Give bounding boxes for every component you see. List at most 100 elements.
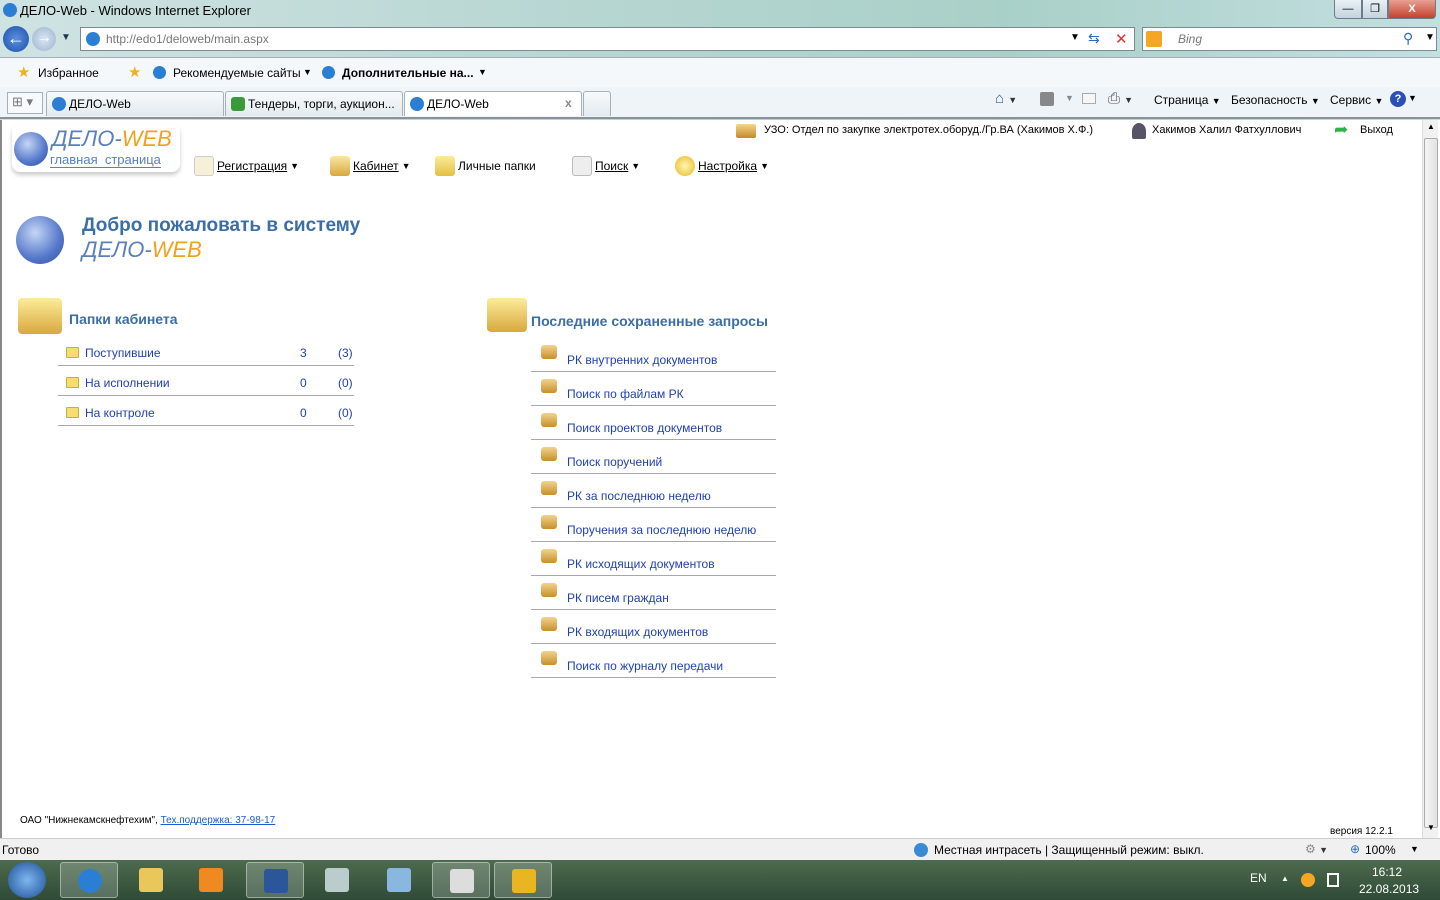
new-tab-button[interactable] bbox=[583, 91, 611, 116]
logout-button[interactable]: Выход bbox=[1360, 124, 1393, 136]
saved-query-row[interactable]: РК исходящих документов bbox=[531, 549, 776, 576]
zoom-level[interactable]: 100% bbox=[1365, 843, 1396, 857]
suggested-sites-button[interactable]: Рекомендуемые сайты bbox=[173, 66, 301, 80]
quick-tabs-button[interactable]: ⊞ ▾ bbox=[7, 92, 43, 114]
folder-count[interactable]: 3 bbox=[300, 346, 307, 360]
saved-query-link[interactable]: РК за последнюю неделю bbox=[567, 489, 711, 503]
folder-count[interactable]: 0 bbox=[300, 406, 307, 420]
tab-delo-web-active[interactable]: ДЕЛО-Web x bbox=[404, 91, 582, 116]
vertical-scrollbar[interactable]: ▲ ▼ bbox=[1422, 120, 1438, 838]
query-icon bbox=[541, 651, 557, 665]
scrollbar-thumb[interactable] bbox=[1424, 138, 1438, 828]
taskbar-media[interactable] bbox=[182, 862, 240, 898]
history-dropdown-icon[interactable]: ▼ bbox=[61, 32, 71, 43]
protected-mode-icon[interactable]: ⚙ ▼ bbox=[1305, 842, 1328, 856]
tab-tenders[interactable]: Тендеры, торги, аукцион... bbox=[225, 91, 403, 116]
add-favorite-icon[interactable]: ★ bbox=[128, 63, 141, 81]
saved-query-link[interactable]: Поиск поручений bbox=[567, 455, 662, 469]
menu-registration[interactable]: Регистрация ▼ bbox=[194, 156, 299, 176]
safety-menu[interactable]: Безопасность ▼ bbox=[1231, 93, 1320, 107]
taskbar-documents[interactable] bbox=[432, 862, 490, 898]
search-icon[interactable]: ⚲ bbox=[1403, 30, 1413, 47]
folder-total[interactable]: (0) bbox=[338, 376, 353, 390]
scroll-up-icon[interactable]: ▲ bbox=[1427, 122, 1435, 131]
saved-query-link[interactable]: Поручения за последнюю неделю bbox=[567, 523, 756, 537]
search-dropdown-icon[interactable]: ▼ bbox=[1425, 32, 1435, 43]
saved-query-row[interactable]: Поручения за последнюю неделю bbox=[531, 515, 776, 542]
show-hidden-icons[interactable]: ▲ bbox=[1281, 874, 1289, 883]
saved-query-row[interactable]: РК входящих документов bbox=[531, 617, 776, 644]
home-logo-link[interactable]: ДЕЛО-WEB главная страница bbox=[12, 124, 180, 172]
folder-total[interactable]: (0) bbox=[338, 406, 353, 420]
address-bar[interactable]: http://edo1/deloweb/main.aspx bbox=[80, 27, 1135, 51]
folder-row[interactable]: На контроле 0 (0) bbox=[58, 404, 354, 426]
network-icon[interactable] bbox=[1327, 873, 1339, 887]
clock-date[interactable]: 22.08.2013 bbox=[1359, 882, 1419, 896]
chevron-down-icon[interactable]: ▼ bbox=[1410, 844, 1419, 854]
feeds-icon[interactable] bbox=[1040, 92, 1054, 106]
close-button[interactable]: X bbox=[1388, 0, 1436, 19]
forward-button[interactable]: → bbox=[32, 27, 56, 51]
support-link[interactable]: Тех.поддержка: 37-98-17 bbox=[161, 815, 276, 826]
saved-query-link[interactable]: Поиск проектов документов bbox=[567, 421, 722, 435]
saved-query-row[interactable]: Поиск по журналу передачи bbox=[531, 651, 776, 678]
help-icon[interactable]: ? bbox=[1390, 91, 1406, 107]
page-menu[interactable]: Страница ▼ bbox=[1154, 93, 1221, 107]
search-input[interactable]: Bing bbox=[1142, 27, 1437, 51]
minimize-button[interactable]: — bbox=[1334, 0, 1362, 19]
tools-menu[interactable]: Сервис ▼ bbox=[1330, 93, 1383, 107]
saved-query-row[interactable]: РК за последнюю неделю bbox=[531, 481, 776, 508]
department-label[interactable]: УЗО: Отдел по закупке электротех.оборуд.… bbox=[764, 124, 1093, 136]
address-dropdown-icon[interactable]: ▼ bbox=[1070, 32, 1080, 43]
saved-query-row[interactable]: Поиск по файлам РК bbox=[531, 379, 776, 406]
favorites-button[interactable]: Избранное bbox=[38, 66, 99, 80]
taskbar-ie[interactable] bbox=[60, 862, 118, 898]
folder-row[interactable]: На исполнении 0 (0) bbox=[58, 374, 354, 396]
logout-icon[interactable]: ➦ bbox=[1334, 120, 1348, 140]
saved-query-row[interactable]: Поиск проектов документов bbox=[531, 413, 776, 440]
folder-count[interactable]: 0 bbox=[300, 376, 307, 390]
saved-query-link[interactable]: РК исходящих документов bbox=[567, 557, 715, 571]
back-button[interactable]: ← bbox=[3, 26, 29, 52]
more-addons-button[interactable]: Дополнительные на... bbox=[342, 66, 474, 80]
saved-query-link[interactable]: Поиск по файлам РК bbox=[567, 387, 684, 401]
folder-name[interactable]: На контроле bbox=[85, 406, 155, 420]
tab-delo-web-1[interactable]: ДЕЛО-Web bbox=[46, 91, 224, 116]
scroll-down-icon[interactable]: ▼ bbox=[1427, 823, 1435, 832]
folder-icon bbox=[66, 377, 79, 388]
tray-app-icon[interactable] bbox=[1301, 873, 1315, 887]
folder-total[interactable]: (3) bbox=[338, 346, 353, 360]
menu-settings[interactable]: Настройка ▼ bbox=[675, 156, 769, 176]
saved-query-link[interactable]: РК писем граждан bbox=[567, 591, 669, 605]
close-tab-icon[interactable]: x bbox=[565, 96, 572, 110]
clock-time[interactable]: 16:12 bbox=[1372, 865, 1402, 879]
refresh-icon[interactable]: ⇆ bbox=[1088, 30, 1100, 47]
logo-text: ДЕЛО-WEB bbox=[52, 126, 172, 152]
print-icon[interactable]: ⎙ ▼ bbox=[1108, 90, 1133, 107]
saved-query-row[interactable]: Поиск поручений bbox=[531, 447, 776, 474]
folder-name[interactable]: Поступившие bbox=[85, 346, 161, 360]
language-indicator[interactable]: EN bbox=[1250, 871, 1267, 885]
saved-query-link[interactable]: РК входящих документов bbox=[567, 625, 708, 639]
stop-icon[interactable]: ✕ bbox=[1115, 30, 1128, 48]
saved-query-link[interactable]: Поиск по журналу передачи bbox=[567, 659, 723, 673]
folder-row[interactable]: Поступившие 3 (3) bbox=[58, 344, 354, 366]
taskbar-explorer[interactable] bbox=[122, 862, 180, 898]
saved-query-row[interactable]: РК писем граждан bbox=[531, 583, 776, 610]
taskbar-word[interactable] bbox=[246, 862, 304, 898]
taskbar-calculator[interactable] bbox=[370, 862, 428, 898]
taskbar-scanner[interactable] bbox=[308, 862, 366, 898]
saved-query-link[interactable]: РК внутренних документов bbox=[567, 353, 717, 367]
saved-query-row[interactable]: РК внутренних документов bbox=[531, 345, 776, 372]
menu-personal-folders[interactable]: Личные папки bbox=[435, 156, 536, 176]
folder-name[interactable]: На исполнении bbox=[85, 376, 170, 390]
menu-cabinet[interactable]: Кабинет ▼ bbox=[330, 156, 411, 176]
start-button[interactable] bbox=[8, 862, 46, 898]
search-icon bbox=[572, 156, 592, 176]
user-name[interactable]: Хакимов Халил Фатхуллович bbox=[1152, 124, 1301, 136]
menu-search[interactable]: Поиск ▼ bbox=[572, 156, 640, 176]
mail-icon[interactable] bbox=[1082, 93, 1096, 104]
taskbar-delo[interactable] bbox=[494, 862, 552, 898]
maximize-button[interactable]: ❐ bbox=[1362, 0, 1388, 19]
home-icon[interactable]: ⌂ ▼ bbox=[995, 90, 1017, 107]
